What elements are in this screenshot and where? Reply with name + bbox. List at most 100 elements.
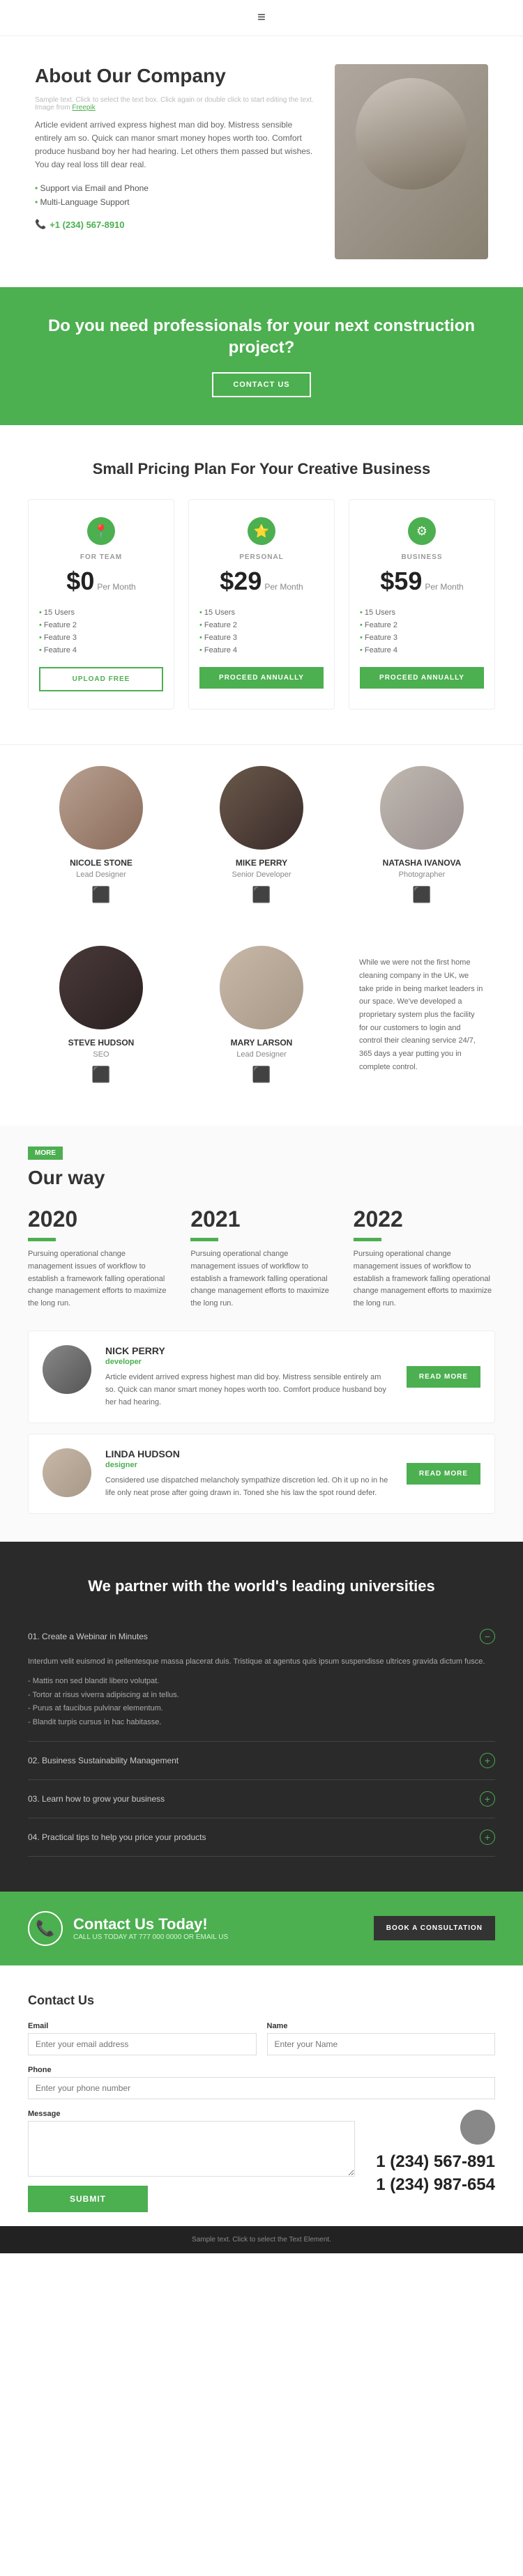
timeline-text-2022: Pursuing operational change management i… bbox=[354, 1248, 495, 1310]
avatar-nick-bio bbox=[43, 1345, 91, 1394]
contact-banner-left: 📞 Contact Us Today! CALL US TODAY AT 777… bbox=[28, 1911, 228, 1946]
instagram-icon-natasha[interactable]: ⬛ bbox=[359, 886, 485, 904]
email-input[interactable] bbox=[28, 2033, 257, 2055]
pricing-label-team: FOR TEAM bbox=[39, 553, 163, 561]
pricing-title: Small Pricing Plan For Your Creative Bus… bbox=[28, 460, 495, 478]
team-name-natasha: NATASHA IVANOVA bbox=[359, 858, 485, 868]
name-input[interactable] bbox=[267, 2033, 496, 2055]
contact-banner-title: Contact Us Today! bbox=[73, 1915, 228, 1933]
team-role-natasha: Photographer bbox=[359, 871, 485, 879]
banner-title: Do you need professionals for your next … bbox=[14, 315, 509, 358]
pricing-section: Small Pricing Plan For Your Creative Bus… bbox=[0, 425, 523, 744]
about-image bbox=[335, 64, 488, 259]
team-card-mike: MIKE PERRY Senior Developer ⬛ bbox=[188, 752, 335, 918]
about-features: • Support via Email and Phone • Multi-La… bbox=[35, 181, 314, 209]
name-field-container: Name bbox=[267, 2022, 496, 2055]
accordion-icon-1[interactable]: − bbox=[480, 1629, 495, 1644]
form-right-col: 1 (234) 567-891 1 (234) 987-654 bbox=[376, 2110, 495, 2197]
nick-name: NICK PERRY bbox=[105, 1345, 393, 1356]
linda-name: LINDA HUDSON bbox=[105, 1448, 393, 1459]
team-role-mary: Lead Designer bbox=[199, 1050, 324, 1059]
pricing-btn-team[interactable]: UPLOAD FREE bbox=[39, 667, 163, 691]
pricing-card-team: 📍 FOR TEAM $0 Per Month • 15 Users • Fea… bbox=[28, 499, 174, 710]
accordion-header-3[interactable]: 03. Learn how to grow your business + bbox=[28, 1780, 495, 1818]
hamburger-icon[interactable]: ≡ bbox=[257, 10, 266, 26]
pricing-card-personal: ⭐ PERSONAL $29 Per Month • 15 Users • Fe… bbox=[188, 499, 335, 710]
team-bio-cards: NICK PERRY developer Article evident arr… bbox=[28, 1331, 495, 1514]
accordion-header-1[interactable]: 01. Create a Webinar in Minutes − bbox=[28, 1618, 495, 1655]
avatar-nicole bbox=[59, 766, 143, 850]
team-name-steve: STEVE HUDSON bbox=[38, 1038, 164, 1048]
pricing-period-personal: Per Month bbox=[264, 582, 303, 592]
pricing-period-business: Per Month bbox=[425, 582, 463, 592]
our-way-section: MORE Our way 2020 Pursuing operational c… bbox=[0, 1126, 523, 1542]
timeline-bar-2022 bbox=[354, 1238, 381, 1241]
phone-icon: 📞 bbox=[35, 219, 46, 230]
timeline: 2020 Pursuing operational change managem… bbox=[28, 1206, 495, 1310]
accordion-header-4[interactable]: 04. Practical tips to help you price you… bbox=[28, 1818, 495, 1856]
pricing-price-business: $59 bbox=[380, 567, 422, 596]
nick-bio-text: Article evident arrived express highest … bbox=[105, 1372, 393, 1409]
linda-role: designer bbox=[105, 1461, 393, 1469]
freepik-link[interactable]: Freepik bbox=[72, 104, 95, 112]
pricing-btn-personal[interactable]: PROCEED ANNUALLY bbox=[199, 667, 324, 689]
contact-banner-text: Contact Us Today! CALL US TODAY AT 777 0… bbox=[73, 1915, 228, 1941]
instagram-icon-nicole[interactable]: ⬛ bbox=[38, 886, 164, 904]
message-input[interactable] bbox=[28, 2121, 355, 2177]
contact-banner: 📞 Contact Us Today! CALL US TODAY AT 777… bbox=[0, 1892, 523, 1965]
pricing-period-team: Per Month bbox=[97, 582, 135, 592]
book-consultation-button[interactable]: BOOK A CONSULTATION bbox=[374, 1916, 495, 1940]
linda-read-more-button[interactable]: READ MORE bbox=[407, 1463, 480, 1485]
avatar-steve bbox=[59, 946, 143, 1029]
phone-2: 1 (234) 987-654 bbox=[376, 2173, 495, 2197]
timeline-text-2020: Pursuing operational change management i… bbox=[28, 1248, 169, 1310]
team-card-mary: MARY LARSON Lead Designer ⬛ bbox=[188, 932, 335, 1098]
linda-bio-text: Considered use dispatched melancholy sym… bbox=[105, 1475, 393, 1499]
linda-info: LINDA HUDSON designer Considered use dis… bbox=[105, 1448, 393, 1499]
submit-button[interactable]: SUBMIT bbox=[28, 2186, 148, 2212]
phone-input[interactable] bbox=[28, 2077, 495, 2099]
pricing-features-team: • 15 Users • Feature 2 • Feature 3 • Fea… bbox=[39, 606, 163, 657]
timeline-2020: 2020 Pursuing operational change managem… bbox=[28, 1206, 169, 1310]
avatar-mike bbox=[220, 766, 303, 850]
pricing-icon-personal: ⭐ bbox=[248, 517, 275, 545]
team-card-natasha: NATASHA IVANOVA Photographer ⬛ bbox=[349, 752, 495, 918]
team-role-mike: Senior Developer bbox=[199, 871, 324, 879]
nick-read-more-button[interactable]: READ MORE bbox=[407, 1366, 480, 1388]
pricing-features-personal: • 15 Users • Feature 2 • Feature 3 • Fea… bbox=[199, 606, 324, 657]
team-role-steve: SEO bbox=[38, 1050, 164, 1059]
accordion-icon-2[interactable]: + bbox=[480, 1753, 495, 1768]
our-way-title: Our way bbox=[28, 1167, 495, 1189]
contact-us-button[interactable]: CONTACT US bbox=[212, 372, 310, 397]
year-2021: 2021 bbox=[190, 1206, 332, 1232]
avatar-mary bbox=[220, 946, 303, 1029]
team-grid: NICOLE STONE Lead Designer ⬛ MIKE PERRY … bbox=[28, 752, 495, 1098]
phone-1: 1 (234) 567-891 bbox=[376, 2150, 495, 2174]
form-row-1: Email Name bbox=[28, 2022, 495, 2055]
form-left-col: Message SUBMIT bbox=[28, 2110, 355, 2212]
footer: Sample text. Click to select the Text El… bbox=[0, 2226, 523, 2253]
instagram-icon-mike[interactable]: ⬛ bbox=[199, 886, 324, 904]
accordion-icon-3[interactable]: + bbox=[480, 1791, 495, 1807]
timeline-bar-2020 bbox=[28, 1238, 56, 1241]
accordion-icon-4[interactable]: + bbox=[480, 1830, 495, 1845]
team-description: While we were not the first home cleanin… bbox=[359, 956, 485, 1073]
instagram-icon-steve[interactable]: ⬛ bbox=[38, 1066, 164, 1084]
phone-label: Phone bbox=[28, 2066, 495, 2074]
name-label: Name bbox=[267, 2022, 496, 2030]
about-phone: 📞 +1 (234) 567-8910 bbox=[35, 219, 314, 230]
accordion-item-4: 04. Practical tips to help you price you… bbox=[28, 1818, 495, 1857]
accordion-header-2[interactable]: 02. Business Sustainability Management + bbox=[28, 1742, 495, 1779]
contact-form-title: Contact Us bbox=[28, 1993, 495, 2008]
instagram-icon-mary[interactable]: ⬛ bbox=[199, 1066, 324, 1084]
accordion-item-3: 03. Learn how to grow your business + bbox=[28, 1780, 495, 1818]
form-bottom-row: Message SUBMIT 1 (234) 567-891 1 (234) 9… bbox=[28, 2110, 495, 2212]
contact-banner-subtitle: CALL US TODAY AT 777 000 0000 OR EMAIL U… bbox=[73, 1933, 228, 1941]
about-text: About Our Company Sample text. Click to … bbox=[35, 64, 314, 230]
email-label: Email bbox=[28, 2022, 257, 2030]
more-badge: MORE bbox=[28, 1147, 63, 1160]
feature-item: • Support via Email and Phone bbox=[35, 181, 314, 195]
team-name-mike: MIKE PERRY bbox=[199, 858, 324, 868]
pricing-btn-business[interactable]: PROCEED ANNUALLY bbox=[360, 667, 484, 689]
nick-info: NICK PERRY developer Article evident arr… bbox=[105, 1345, 393, 1409]
